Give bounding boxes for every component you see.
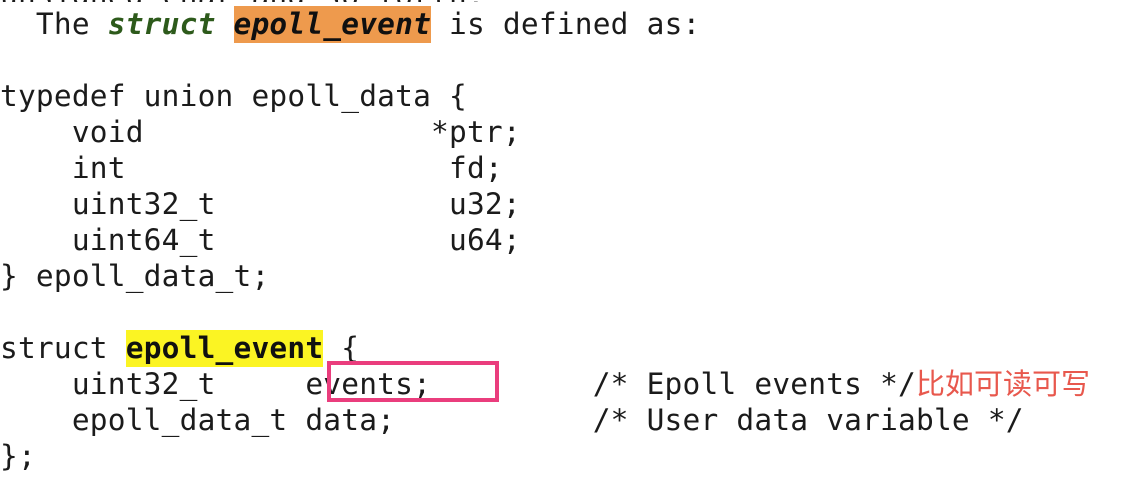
struct-open-prefix: struct xyxy=(0,331,126,365)
chinese-annotation-events: 比如可读可写 xyxy=(916,367,1091,401)
intro-line: The struct epoll_event is defined as: xyxy=(0,6,701,43)
union-line-0: typedef union epoll_data { xyxy=(0,79,467,113)
union-line-5: } epoll_data_t; xyxy=(0,259,270,293)
intro-prefix: The xyxy=(0,7,108,41)
member-pad-events xyxy=(431,367,593,401)
struct-member-events: uint32_t events; /* Epoll events */比如可读可… xyxy=(0,366,1090,402)
struct-open-suffix: { xyxy=(323,331,360,365)
orange-highlight-epoll-event: epoll_event xyxy=(233,6,432,43)
struct-keyword: struct xyxy=(107,7,216,41)
member-pad-data xyxy=(395,403,593,437)
clipped-top-line: unsigned char and so forth. xyxy=(0,0,1146,2)
member-declaration-data: epoll_data_t data; xyxy=(0,403,396,437)
union-line-3: uint32_t u32; xyxy=(0,187,521,221)
intro-suffix: is defined as: xyxy=(431,7,701,41)
union-line-1: void *ptr; xyxy=(0,115,521,149)
document-page: unsigned char and so forth. The struct e… xyxy=(0,0,1146,504)
yellow-highlight-epoll-event: epoll_event xyxy=(125,330,324,367)
member-comment-data: /* User data variable */ xyxy=(592,403,1024,437)
intro-space xyxy=(216,7,234,41)
clipped-top-line-text: unsigned char and so forth. xyxy=(0,0,1146,2)
struct-member-data: epoll_data_t data; /* User data variable… xyxy=(0,402,1024,438)
struct-open-line: struct epoll_event { xyxy=(0,330,360,367)
member-comment-events: /* Epoll events */ xyxy=(592,367,917,401)
union-line-4: uint64_t u64; xyxy=(0,223,521,257)
member-declaration-events: uint32_t events; xyxy=(0,367,432,401)
struct-close-line: }; xyxy=(0,439,36,473)
union-line-2: int fd; xyxy=(0,151,503,185)
